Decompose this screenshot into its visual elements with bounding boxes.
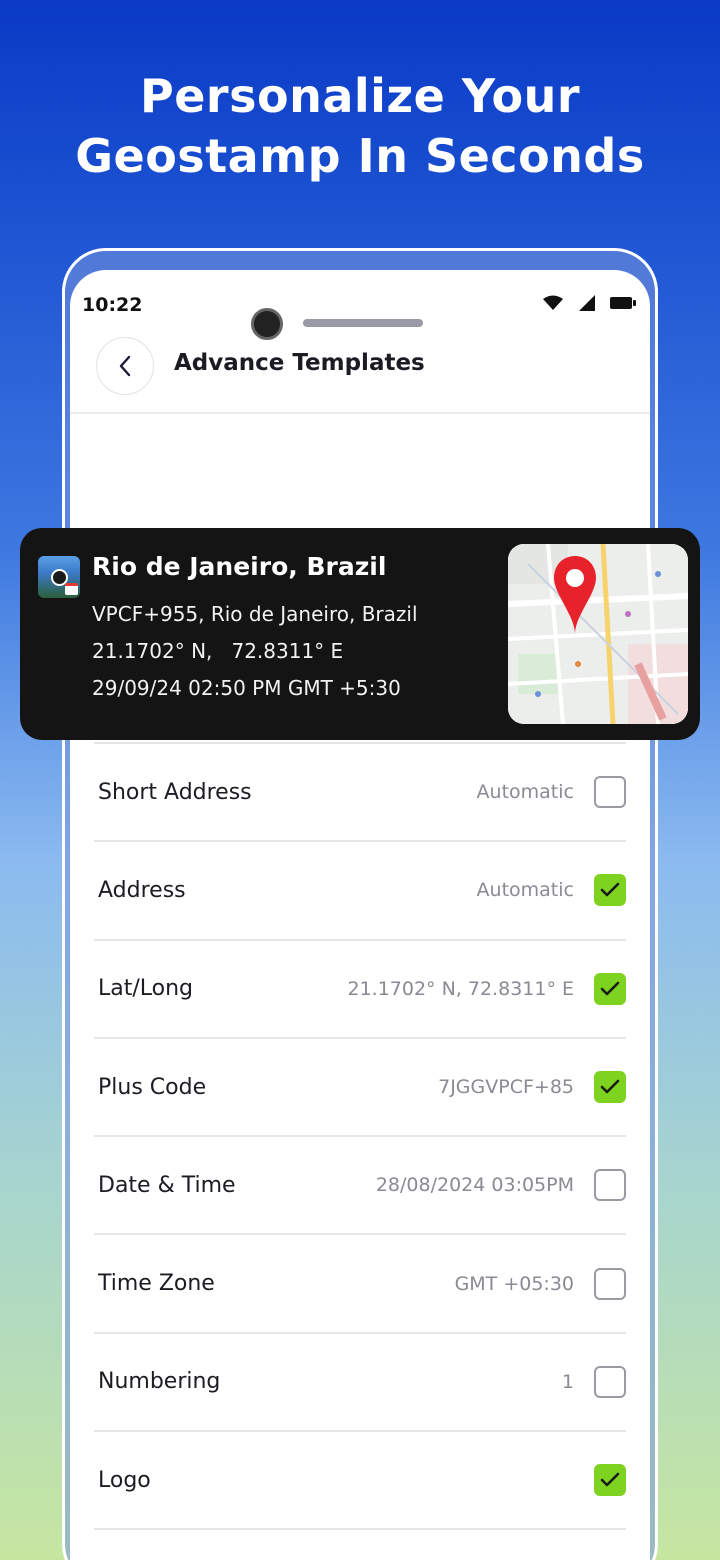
checkmark-icon [600,1079,620,1094]
row-value: 21.1702° N, 72.8311° E [347,977,574,1000]
checkmark-icon [600,981,620,996]
row-label: Date & Time [98,1172,236,1198]
row-value: Automatic [476,781,574,804]
row-value: 1 [561,1370,574,1393]
row-label: Numbering [98,1369,221,1395]
checkbox-short-address[interactable] [594,776,626,809]
settings-list: Short Address Automatic Address Automati… [94,742,626,1531]
stamp-city: Rio de Janeiro, Brazil [92,552,387,581]
front-camera [251,308,283,340]
checkbox-time-zone[interactable] [594,1267,626,1300]
settings-row-short-address[interactable]: Short Address Automatic [94,742,626,840]
geostamp-preview-card: Rio de Janeiro, Brazil VPCF+955, Rio de … [20,528,700,740]
stamp-datetime: 29/09/24 02:50 PM GMT +5:30 [92,676,401,700]
header-divider [70,412,650,414]
settings-row-divider-end [94,1528,626,1531]
signal-icon [579,295,595,311]
checkbox-address[interactable] [594,874,626,907]
promo-headline-line2: Geostamp In Seconds [75,129,645,183]
promo-headline: Personalize Your Geostamp In Seconds [0,66,720,186]
stamp-address: VPCF+955, Rio de Janeiro, Brazil [92,602,418,626]
page-title: Advance Templates [174,350,425,376]
row-label: Short Address [98,779,252,805]
row-label: Lat/Long [98,976,194,1002]
settings-row-logo[interactable]: Logo [94,1430,626,1528]
settings-row-date-time[interactable]: Date & Time 28/08/2024 03:05PM [94,1135,626,1233]
status-time: 10:22 [82,294,143,316]
checkbox-numbering[interactable] [594,1365,626,1398]
back-button[interactable] [96,337,154,395]
app-logo-thumbnail [38,556,80,598]
wifi-icon [543,295,563,310]
checkbox-lat-long[interactable] [594,972,626,1005]
settings-row-numbering[interactable]: Numbering 1 [94,1331,626,1430]
calendar-icon [65,583,78,595]
promo-headline-line1: Personalize Your [139,69,580,123]
checkmark-icon [600,883,620,897]
status-icons [542,294,636,312]
chevron-left-icon [119,355,131,377]
speaker-pill [303,319,423,327]
row-value: GMT +05:30 [454,1272,574,1295]
checkbox-plus-code[interactable] [594,1071,626,1104]
row-value: Automatic [476,879,574,902]
battery-icon [610,297,636,309]
settings-row-address[interactable]: Address Automatic [94,840,626,938]
map-graphic [508,544,688,724]
row-value: 7JGGVPCF+85 [438,1076,574,1099]
stamp-coordinates: 21.1702° N, 72.8311° E [92,639,343,663]
settings-row-time-zone[interactable]: Time Zone GMT +05:30 [94,1233,626,1331]
settings-row-lat-long[interactable]: Lat/Long 21.1702° N, 72.8311° E [94,938,626,1037]
row-label: Address [98,877,186,903]
row-label: Time Zone [98,1271,215,1297]
row-value: 28/08/2024 03:05PM [375,1174,574,1197]
row-label: Plus Code [98,1074,207,1100]
checkbox-logo[interactable] [594,1464,626,1497]
checkmark-icon [600,1472,620,1487]
settings-row-plus-code[interactable]: Plus Code 7JGGVPCF+85 [94,1036,626,1135]
map-thumbnail [508,544,688,724]
stamp-latitude: 21.1702° N, [92,639,213,663]
stamp-longitude: 72.8311° E [231,639,344,663]
row-label: Logo [98,1467,151,1493]
checkbox-date-time[interactable] [594,1169,626,1202]
